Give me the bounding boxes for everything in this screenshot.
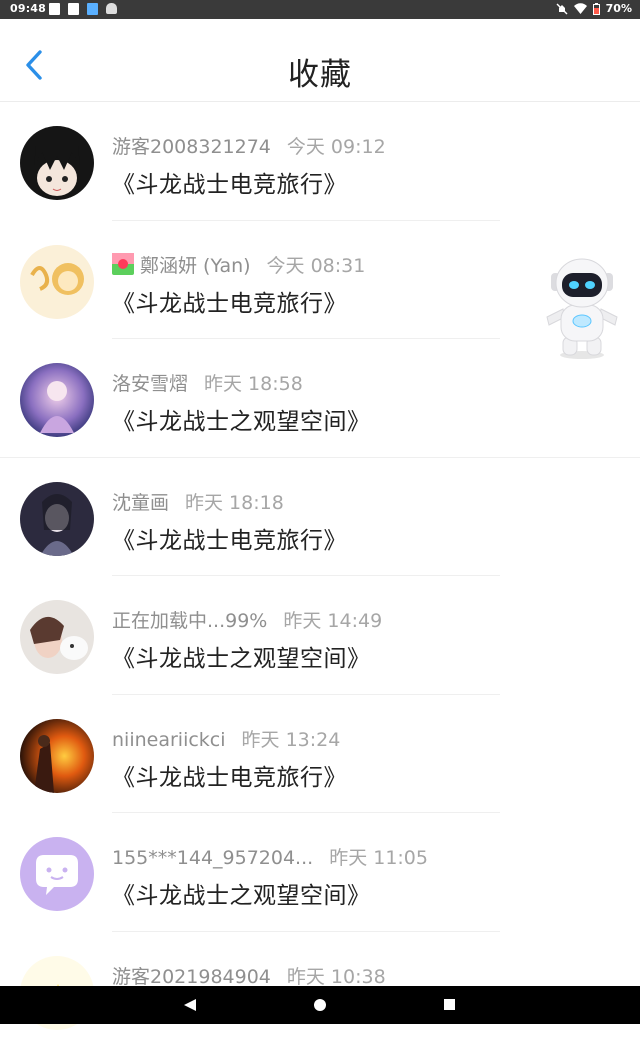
battery-level: 70%	[606, 2, 632, 15]
app-notification-icon	[87, 3, 98, 15]
item-time: 昨天 13:24	[242, 729, 341, 751]
avatar[interactable]	[20, 482, 94, 556]
back-nav-icon[interactable]	[160, 986, 220, 1024]
list-item[interactable]: 沈童画昨天 18:18 《斗龙战士电竞旅行》	[0, 458, 640, 577]
notification-icon	[68, 3, 79, 15]
robot-assistant-icon[interactable]	[537, 255, 627, 361]
game-title: 《斗龙战士电竞旅行》	[112, 165, 347, 199]
user-name: 鄭涵妍 (Yan)	[140, 255, 251, 277]
item-meta: 沈童画昨天 18:18	[112, 488, 284, 515]
list-item[interactable]: 155***144_957204... 昨天 11:05 《斗龙战士之观望空间》	[0, 813, 640, 932]
game-title: 《斗龙战士之观望空间》	[112, 876, 371, 910]
favorites-list: 游客2008321274 今天 09:12 《斗龙战士电竞旅行》 鄭涵妍 (Yan…	[0, 102, 640, 1050]
list-item[interactable]: niineariickci 昨天 13:24 《斗龙战士电竞旅行》	[0, 695, 640, 814]
avatar[interactable]	[20, 245, 94, 319]
user-name: 洛安雪熠	[112, 373, 188, 395]
status-bar: 09:48 70%	[0, 0, 640, 19]
game-title: 《斗龙战士电竞旅行》	[112, 284, 347, 318]
user-name: 游客2021984904	[112, 966, 271, 988]
item-meta: 鄭涵妍 (Yan) 今天 08:31	[112, 251, 365, 278]
notification-icon	[49, 3, 60, 15]
battery-icon	[593, 3, 600, 15]
avatar[interactable]	[20, 837, 94, 911]
avatar[interactable]	[20, 363, 94, 437]
item-meta: niineariickci 昨天 13:24	[112, 725, 340, 752]
user-name: 游客2008321274	[112, 136, 271, 158]
user-name: 155***144_957204...	[112, 847, 313, 869]
game-title: 《斗龙战士之观望空间》	[112, 639, 371, 673]
user-name: 沈童画	[112, 492, 169, 514]
item-time: 昨天 18:18	[185, 492, 284, 514]
item-time: 昨天 10:38	[287, 966, 386, 988]
game-title: 《斗龙战士电竞旅行》	[112, 758, 347, 792]
wifi-icon	[574, 3, 587, 14]
home-nav-icon[interactable]	[290, 986, 350, 1024]
android-icon	[106, 3, 117, 14]
user-name: 正在加载中...99%	[112, 610, 267, 632]
status-time: 09:48	[10, 2, 46, 15]
avatar[interactable]	[20, 126, 94, 200]
item-meta: 正在加载中...99% 昨天 14:49	[112, 606, 382, 633]
item-time: 昨天 11:05	[329, 847, 428, 869]
item-meta: 155***144_957204... 昨天 11:05	[112, 843, 428, 870]
avatar[interactable]	[20, 600, 94, 674]
item-time: 今天 08:31	[267, 255, 366, 277]
page-title: 收藏	[0, 49, 640, 94]
list-item[interactable]: 游客2008321274 今天 09:12 《斗龙战士电竞旅行》	[0, 102, 640, 221]
avatar[interactable]	[20, 719, 94, 793]
navigation-bar	[0, 986, 640, 1024]
recents-nav-icon[interactable]	[420, 986, 480, 1024]
list-item[interactable]: 正在加载中...99% 昨天 14:49 《斗龙战士之观望空间》	[0, 576, 640, 695]
flag-icon	[112, 253, 134, 275]
item-time: 昨天 14:49	[283, 610, 382, 632]
item-meta: 游客2008321274 今天 09:12	[112, 132, 386, 159]
game-title: 《斗龙战士之观望空间》	[112, 402, 371, 436]
user-name: niineariickci	[112, 729, 226, 751]
item-time: 今天 09:12	[287, 136, 386, 158]
item-time: 昨天 18:58	[204, 373, 303, 395]
game-title: 《斗龙战士电竞旅行》	[112, 521, 347, 555]
header: 收藏	[0, 19, 640, 102]
item-meta: 洛安雪熠昨天 18:58	[112, 369, 303, 396]
mute-icon	[556, 3, 568, 15]
item-meta: 游客2021984904 昨天 10:38	[112, 962, 386, 989]
